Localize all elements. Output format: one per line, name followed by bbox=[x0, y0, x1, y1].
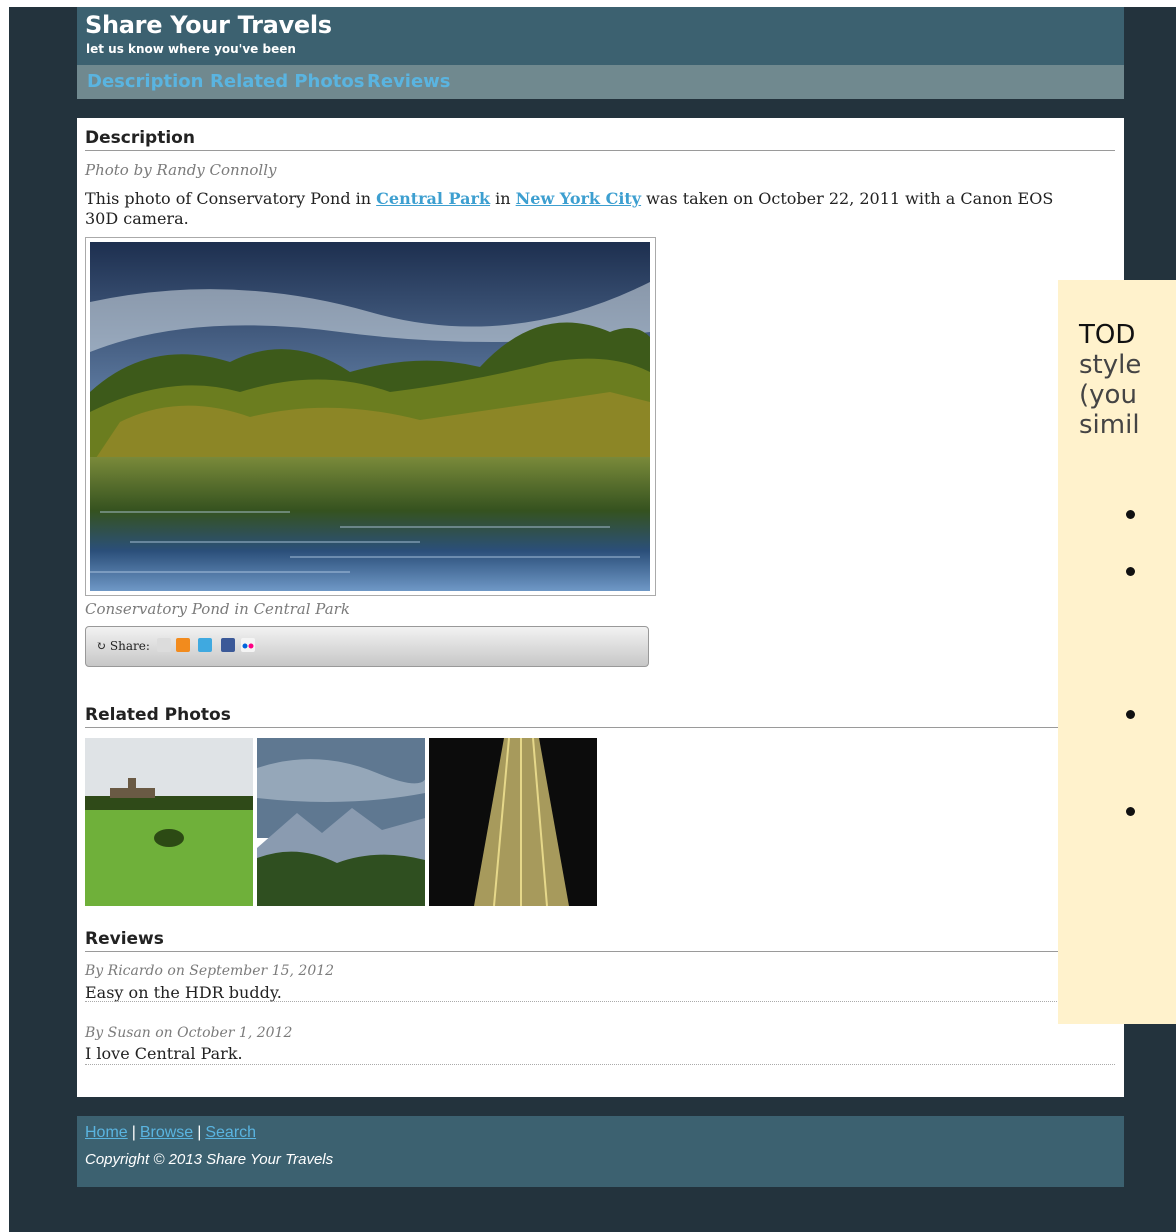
related-photo-2-image bbox=[257, 738, 425, 906]
email-share-icon[interactable] bbox=[157, 638, 171, 652]
share-label-text: Share: bbox=[109, 639, 150, 653]
site-title: Share Your Travels bbox=[85, 11, 332, 39]
related-photo-2[interactable] bbox=[257, 738, 425, 906]
description-text-mid: in bbox=[490, 189, 516, 208]
review-author-2: By Susan on October 1, 2012 bbox=[85, 1025, 293, 1041]
description-heading: Description bbox=[85, 128, 1115, 151]
share-label: ↻ Share: bbox=[96, 639, 150, 653]
todo-line-2: style bbox=[1079, 350, 1142, 380]
main-photo bbox=[90, 242, 650, 591]
nav-link-reviews[interactable]: Reviews bbox=[367, 71, 451, 92]
new-york-city-link[interactable]: New York City bbox=[516, 189, 641, 208]
review-divider bbox=[85, 1001, 1115, 1002]
todo-line-4: simil bbox=[1079, 410, 1140, 440]
rss-share-icon[interactable] bbox=[176, 638, 190, 652]
todo-line-3: (you bbox=[1079, 380, 1137, 410]
share-arrow-icon: ↻ bbox=[96, 639, 107, 653]
main-photo-frame bbox=[85, 237, 656, 596]
flickr-share-icon[interactable] bbox=[241, 638, 255, 652]
review-divider bbox=[85, 1064, 1115, 1065]
bullet-icon bbox=[1126, 510, 1135, 519]
share-bar: ↻ Share: bbox=[85, 626, 649, 667]
footer-separator: | bbox=[197, 1124, 202, 1141]
todo-callout: TOD style (you simil bbox=[1058, 280, 1176, 1024]
footer-link-browse[interactable]: Browse bbox=[140, 1124, 193, 1141]
description-text-start: This photo of Conservatory Pond in bbox=[85, 189, 377, 208]
window-edge-left bbox=[0, 0, 9, 1232]
twitter-share-icon[interactable] bbox=[198, 638, 212, 652]
review-text-2: I love Central Park. bbox=[85, 1044, 243, 1063]
site-tagline: let us know where you've been bbox=[86, 42, 296, 56]
central-park-link[interactable]: Central Park bbox=[376, 189, 490, 208]
bullet-icon bbox=[1126, 807, 1135, 816]
site-header: Share Your Travels let us know where you… bbox=[77, 7, 1124, 65]
review-text-1: Easy on the HDR buddy. bbox=[85, 983, 282, 1002]
photo-caption: Conservatory Pond in Central Park bbox=[85, 600, 350, 618]
bullet-icon bbox=[1126, 710, 1135, 719]
related-photos-heading: Related Photos bbox=[85, 705, 1115, 728]
related-photo-1[interactable] bbox=[85, 738, 253, 906]
site-footer: Home | Browse | Search Copyright © 2013 Shar… bbox=[77, 1116, 1124, 1187]
main-content: Description Photo by Randy Connolly This… bbox=[77, 118, 1124, 1097]
related-photo-3[interactable] bbox=[429, 738, 597, 906]
description-text: This photo of Conservatory Pond in Centr… bbox=[85, 189, 1085, 229]
related-photo-3-image bbox=[429, 738, 597, 906]
pond-photo-image bbox=[90, 242, 650, 591]
nav-link-related-photos[interactable]: Related Photos bbox=[210, 71, 364, 92]
footer-links: Home | Browse | Search bbox=[85, 1124, 256, 1142]
copyright-text: Copyright © 2013 Share Your Travels bbox=[85, 1151, 334, 1168]
review-author-1: By Ricardo on September 15, 2012 bbox=[85, 963, 335, 979]
footer-separator: | bbox=[131, 1124, 136, 1141]
window-edge-top bbox=[0, 0, 1176, 7]
photo-byline: Photo by Randy Connolly bbox=[85, 161, 277, 179]
footer-link-home[interactable]: Home bbox=[85, 1124, 128, 1141]
related-photo-1-image bbox=[85, 738, 253, 906]
main-nav: Description Related Photos Reviews bbox=[77, 65, 1124, 99]
todo-line-1: TOD bbox=[1079, 320, 1136, 350]
facebook-share-icon[interactable] bbox=[221, 638, 235, 652]
footer-link-search[interactable]: Search bbox=[205, 1124, 256, 1141]
reviews-heading: Reviews bbox=[85, 929, 1115, 952]
nav-link-description[interactable]: Description bbox=[87, 71, 203, 92]
bullet-icon bbox=[1126, 567, 1135, 576]
